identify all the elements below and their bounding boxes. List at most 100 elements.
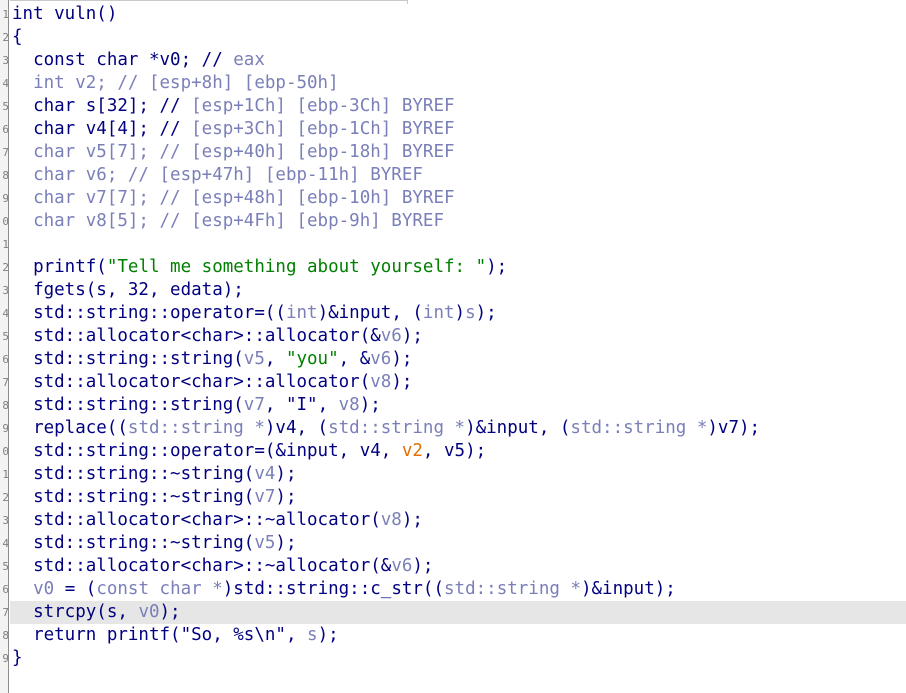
code-token: std::string::operator=(( bbox=[33, 303, 286, 323]
line-number: 4 bbox=[2, 307, 9, 320]
code-token: s bbox=[465, 303, 476, 323]
code-line[interactable]: { bbox=[10, 26, 906, 49]
code-line[interactable]: char v4[4]; // [esp+3Ch] [ebp-1Ch] BYREF bbox=[10, 118, 906, 141]
code-line[interactable]: int v2; // [esp+8h] [ebp-50h] bbox=[10, 72, 906, 95]
code-token: "I" bbox=[285, 395, 318, 415]
code-line[interactable]: char s[32]; // [esp+1Ch] [ebp-3Ch] BYREF bbox=[10, 95, 906, 118]
code-token: v7 bbox=[254, 487, 276, 507]
code-token: std::string * bbox=[444, 579, 581, 599]
code-line[interactable]: replace((std::string *)v4, (std::string … bbox=[10, 417, 906, 440]
code-token: std::string * bbox=[127, 418, 265, 438]
code-token: std::string * bbox=[328, 418, 466, 438]
code-token: )&input, ( bbox=[317, 303, 423, 323]
code-line[interactable]: fgets(s, 32, edata); bbox=[10, 279, 906, 302]
code-line[interactable] bbox=[10, 233, 906, 256]
line-number: 2 bbox=[2, 31, 9, 44]
code-line[interactable]: std::string::string(v7, "I", v8); bbox=[10, 394, 906, 417]
code-token: ); bbox=[486, 257, 508, 277]
code-line[interactable]: std::string::operator=(&input, v4, v2, v… bbox=[10, 440, 906, 463]
line-number: 2 bbox=[2, 491, 9, 504]
line-number: 3 bbox=[2, 514, 9, 527]
line-number: 5 bbox=[2, 560, 9, 573]
code-token: [esp+1Ch] [ebp-3Ch] BYREF bbox=[191, 96, 455, 116]
code-line[interactable]: return printf("So, %s\n", s); bbox=[10, 624, 906, 647]
code-token: )v7); bbox=[707, 418, 761, 438]
code-token: , bbox=[264, 395, 286, 415]
code-line[interactable]: } bbox=[10, 647, 906, 670]
line-number: 9 bbox=[2, 422, 9, 435]
code-token: std::string::~string( bbox=[33, 464, 255, 484]
code-token: const char * bbox=[96, 579, 223, 599]
line-number: 8 bbox=[2, 169, 9, 182]
code-token: char v4[4]; // bbox=[33, 119, 192, 139]
code-token: { bbox=[12, 27, 23, 47]
code-token: ); bbox=[475, 303, 497, 323]
code-line-current[interactable]: strcpy(s, v0); bbox=[10, 601, 906, 624]
code-token: v5 bbox=[243, 349, 265, 369]
code-line[interactable]: char v6; // [esp+47h] [ebp-11h] BYREF bbox=[10, 164, 906, 187]
code-line[interactable]: std::allocator<char>::allocator(v8); bbox=[10, 371, 906, 394]
line-number: 1 bbox=[2, 238, 9, 251]
code-line[interactable]: std::string::~string(v7); bbox=[10, 486, 906, 509]
pseudocode-editor[interactable]: 1 2 3 4 5 6 7 8 9 0 1 2 3 4 5 6 7 8 9 0 1 2 3 4 5 6 7 8 9 int vuln()… bbox=[0, 0, 906, 693]
code-token: std::string::~string( bbox=[33, 533, 255, 553]
code-token: strcpy(s, bbox=[33, 602, 139, 622]
code-area[interactable]: int vuln() { const char *v0; // eax int v… bbox=[10, 3, 906, 693]
code-token: , bbox=[317, 395, 339, 415]
code-line[interactable]: v0 = (const char *)std::string::c_str((s… bbox=[10, 578, 906, 601]
line-number: 5 bbox=[2, 100, 9, 113]
code-token: ); bbox=[275, 533, 297, 553]
line-number: 6 bbox=[2, 353, 9, 366]
code-line[interactable]: std::string::~string(v4); bbox=[10, 463, 906, 486]
code-token: [esp+3Ch] [ebp-1Ch] BYREF bbox=[191, 119, 455, 139]
code-line[interactable]: std::string::operator=((int)&input, (int… bbox=[10, 302, 906, 325]
line-number: 7 bbox=[2, 146, 9, 159]
code-token: v4 bbox=[254, 464, 276, 484]
line-number: 1 bbox=[2, 8, 9, 21]
code-token: , v5); bbox=[422, 441, 487, 461]
code-token: replace(( bbox=[33, 418, 128, 438]
code-token: ); bbox=[275, 464, 297, 484]
line-number: 8 bbox=[2, 399, 9, 412]
line-number: 6 bbox=[2, 123, 9, 136]
line-number: 3 bbox=[2, 284, 9, 297]
code-line[interactable]: std::allocator<char>::~allocator(&v6); bbox=[10, 555, 906, 578]
code-line[interactable]: std::string::string(v5, "you", &v6); bbox=[10, 348, 906, 371]
code-token: const char *v0; // bbox=[33, 50, 234, 70]
line-number: 4 bbox=[2, 537, 9, 550]
line-number-gutter: 1 2 3 4 5 6 7 8 9 0 1 2 3 4 5 6 7 8 9 0 1 2 3 4 5 6 7 8 9 bbox=[0, 0, 9, 693]
code-line[interactable]: std::allocator<char>::~allocator(v8); bbox=[10, 509, 906, 532]
code-token: char v5[7]; // [esp+40h] [ebp-18h] BYREF bbox=[33, 142, 455, 162]
code-line[interactable]: char v8[5]; // [esp+4Fh] [ebp-9h] BYREF bbox=[10, 210, 906, 233]
code-line[interactable]: std::allocator<char>::allocator(&v6); bbox=[10, 325, 906, 348]
code-token: v0 bbox=[33, 579, 55, 599]
code-token: return printf( bbox=[33, 625, 181, 645]
line-number: 0 bbox=[2, 445, 9, 458]
code-line[interactable]: char v7[7]; // [esp+48h] [ebp-10h] BYREF bbox=[10, 187, 906, 210]
code-token: std::string::operator=(&input, v4, bbox=[33, 441, 402, 461]
code-line[interactable]: const char *v0; // eax bbox=[10, 49, 906, 72]
code-token: ); bbox=[401, 326, 423, 346]
code-token: std::string::string( bbox=[33, 349, 244, 369]
code-line[interactable]: int vuln() bbox=[10, 3, 906, 26]
code-token: std::allocator<char>::~allocator(& bbox=[33, 556, 392, 576]
code-token: fgets(s, 32, edata); bbox=[33, 280, 244, 300]
code-line[interactable]: std::string::~string(v5); bbox=[10, 532, 906, 555]
code-token: v0 bbox=[138, 602, 160, 622]
code-line[interactable]: printf("Tell me something about yourself… bbox=[10, 256, 906, 279]
code-token: , bbox=[264, 349, 286, 369]
code-line[interactable]: char v5[7]; // [esp+40h] [ebp-18h] BYREF bbox=[10, 141, 906, 164]
code-token: int vuln() bbox=[12, 4, 118, 24]
